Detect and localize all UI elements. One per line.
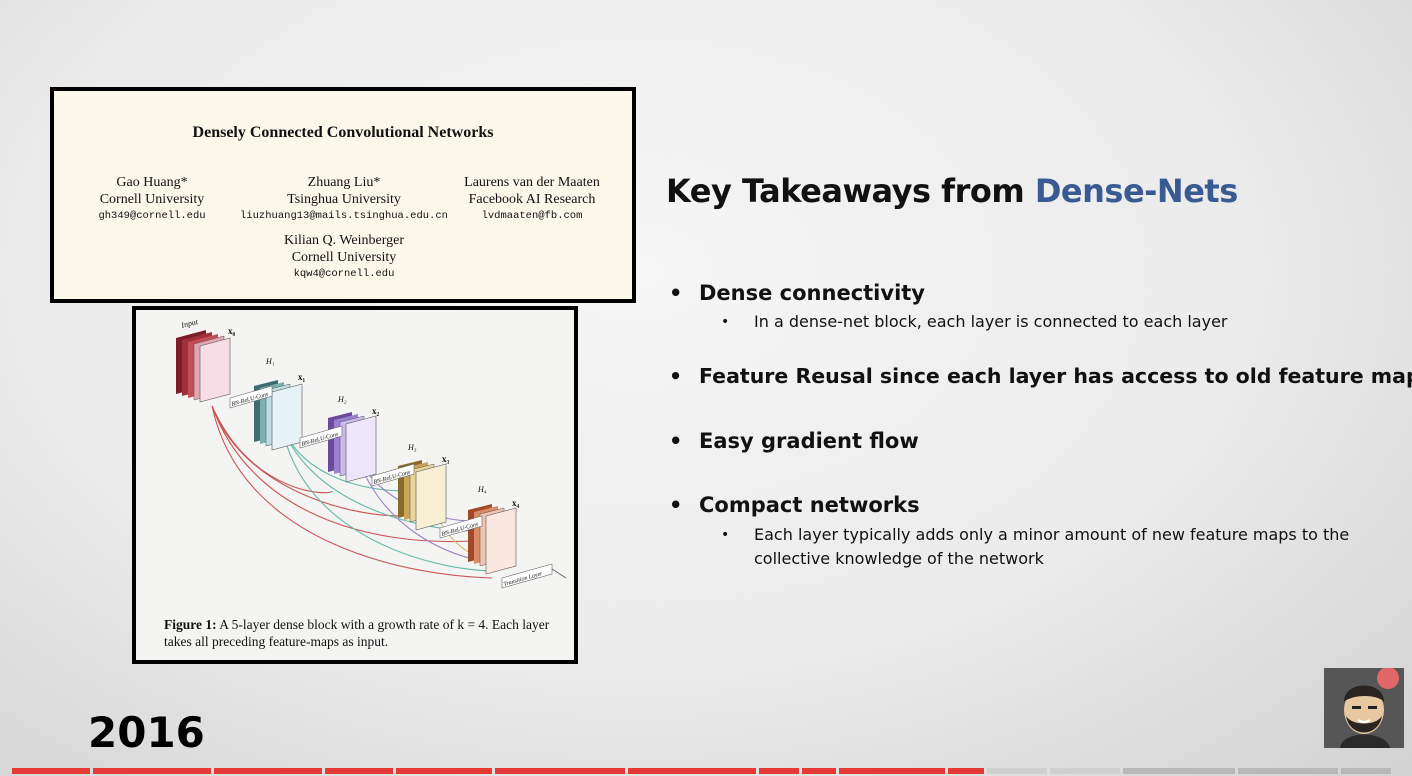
x-label: x₀ — [228, 326, 236, 336]
bullet-dot-icon: • — [669, 429, 683, 453]
bullet-dot-icon: • — [669, 364, 683, 388]
bullet-label: Easy gradient flow — [699, 429, 919, 453]
bullet-dot-icon: • — [669, 493, 683, 517]
progress-segment[interactable] — [759, 768, 799, 774]
x-label: x₃ — [442, 454, 450, 464]
h-label: H₄ — [477, 485, 487, 494]
h-label: H₂ — [337, 395, 347, 404]
progress-segment[interactable] — [628, 768, 756, 774]
progress-segment[interactable] — [93, 768, 211, 774]
feature-maps-x2 — [328, 412, 377, 483]
bullet-item: • Feature Reusal since each layer has ac… — [669, 364, 1412, 388]
x-label: x₄ — [512, 498, 520, 508]
progress-segment[interactable] — [802, 768, 836, 774]
sub-bullet-item: • Each layer typically adds only a minor… — [721, 523, 1394, 571]
progress-segment[interactable] — [987, 768, 1047, 774]
year-label: 2016 — [88, 708, 205, 757]
progress-segment[interactable] — [839, 768, 945, 774]
author-name: Zhuang Liu* — [307, 175, 381, 190]
video-progress-bar[interactable] — [12, 768, 1404, 774]
presenter-avatar-icon — [1324, 668, 1404, 748]
paper-title: Densely Connected Convolutional Networks — [192, 124, 494, 141]
x-label: x₂ — [372, 406, 380, 416]
feature-maps-x0 — [176, 330, 231, 403]
author-block: Zhuang Liu* Tsinghua University liuzhuan… — [204, 174, 484, 225]
author-affiliation: Tsinghua University — [287, 192, 401, 207]
progress-segment[interactable] — [948, 768, 984, 774]
progress-segment[interactable] — [396, 768, 492, 774]
progress-segment[interactable] — [495, 768, 625, 774]
bullet-item: • Easy gradient flow — [669, 429, 919, 453]
h-label: H₃ — [407, 443, 417, 452]
presenter-avatar — [1324, 668, 1404, 748]
author-block: Kilian Q. Weinberger Cornell University … — [204, 232, 484, 283]
dense-block-figure: Input x₀ x₁ x₂ x₃ x₄ H₁ H₂ H₃ H₄ BN-ReLU… — [132, 306, 578, 664]
sub-bullet-item: • In a dense-net block, each layer is co… — [721, 310, 1374, 334]
slide-heading: Key Takeaways from Dense-Nets — [666, 172, 1238, 210]
sub-bullet-text: Each layer typically adds only a minor a… — [754, 525, 1350, 568]
caption-label: Figure 1: — [164, 617, 217, 632]
author-email: liuzhuang13@mails.tsinghua.edu.cn — [240, 210, 448, 222]
progress-segment[interactable] — [214, 768, 322, 774]
bullet-label: Compact networks — [699, 493, 920, 517]
input-label: Input — [179, 317, 199, 330]
progress-segment[interactable] — [1050, 768, 1120, 774]
paper-header-image: Densely Connected Convolutional Networks… — [50, 87, 636, 303]
progress-segment[interactable] — [325, 768, 393, 774]
dense-block-diagram: Input x₀ x₁ x₂ x₃ x₄ H₁ H₂ H₃ H₄ BN-ReLU… — [176, 317, 567, 589]
bullet-item: • Compact networks — [669, 493, 920, 517]
bullet-item: • Dense connectivity — [669, 281, 925, 305]
caption-text: A 5-layer dense block with a growth rate… — [164, 617, 550, 649]
bullet-label: Dense connectivity — [699, 281, 925, 305]
progress-segment[interactable] — [1341, 768, 1391, 774]
author-email: lvdmaaten@fb.com — [481, 210, 583, 222]
heading-prefix: Key Takeaways from — [666, 172, 1035, 210]
sub-bullet-dot-icon: • — [721, 527, 730, 543]
author-name: Laurens van der Maaten — [464, 175, 600, 190]
author-affiliation: Cornell University — [291, 250, 397, 265]
sub-bullet-text: In a dense-net block, each layer is conn… — [754, 312, 1228, 331]
bullet-dot-icon: • — [669, 281, 683, 305]
sub-bullet-dot-icon: • — [721, 314, 730, 330]
progress-segment[interactable] — [1123, 768, 1235, 774]
author-block: Laurens van der Maaten Facebook AI Resea… — [444, 174, 620, 225]
author-email: kqw4@cornell.edu — [293, 268, 395, 280]
bullet-label: Feature Reusal since each layer has acce… — [699, 364, 1412, 388]
x-label: x₁ — [298, 372, 306, 382]
figure-caption: Figure 1: A 5-layer dense block with a g… — [164, 616, 564, 650]
author-affiliation: Facebook AI Research — [468, 192, 596, 207]
heading-accent: Dense-Nets — [1034, 172, 1238, 210]
progress-segment[interactable] — [1238, 768, 1338, 774]
progress-segment[interactable] — [12, 768, 90, 774]
author-name: Kilian Q. Weinberger — [283, 233, 405, 248]
feature-maps-x4 — [468, 504, 517, 575]
h-label: H₁ — [265, 357, 275, 366]
